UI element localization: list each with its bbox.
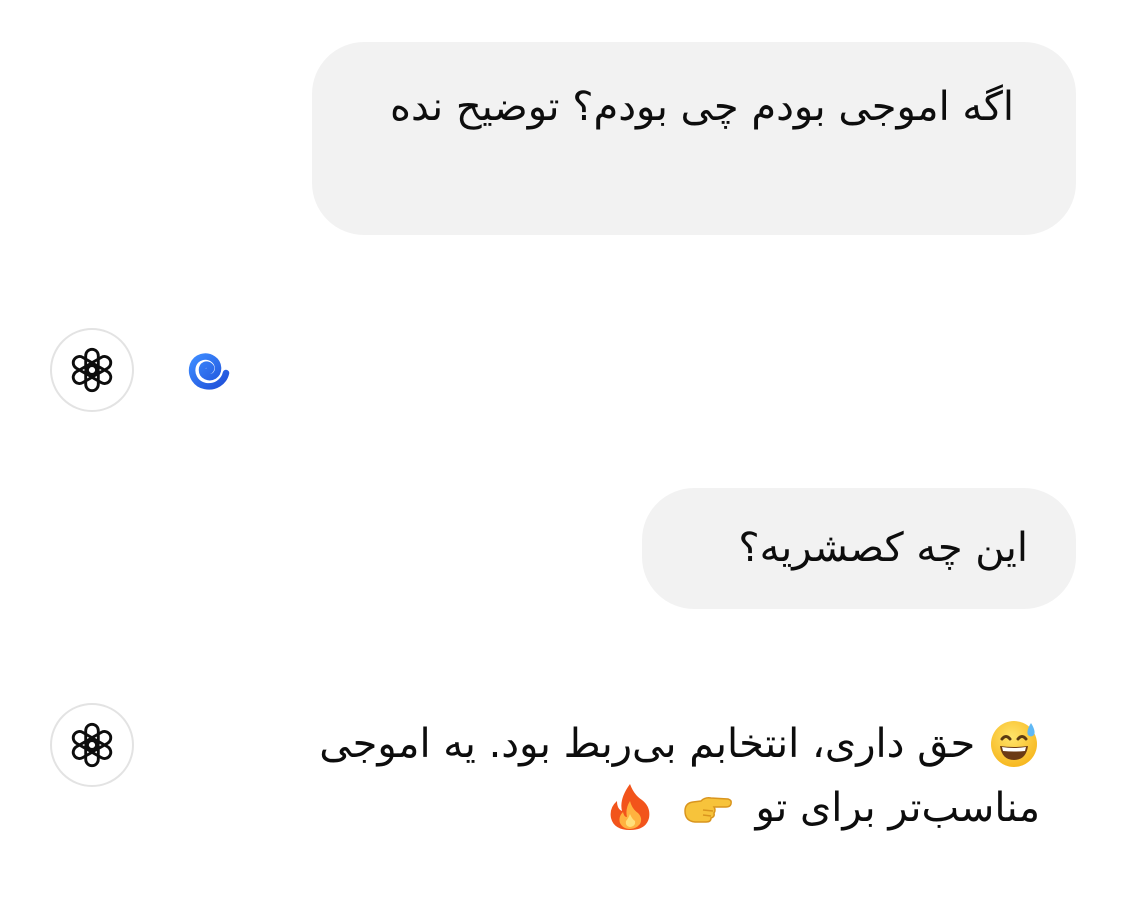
fire-emoji bbox=[604, 781, 656, 833]
assistant-line-1-text: حق داری، انتخابم بی‌ربط بود. یه اموجی bbox=[319, 721, 976, 767]
assistant-line-1: حق داری، انتخابم بی‌ربط بود. یه اموجی bbox=[190, 712, 1040, 776]
assistant-line-2: مناسب‌تر برای تو bbox=[190, 776, 1040, 840]
openai-logo-icon bbox=[71, 347, 113, 393]
spiral-emoji bbox=[180, 342, 236, 398]
user-message-text: این چه کصشریه؟ bbox=[738, 525, 1028, 571]
assistant-avatar bbox=[50, 703, 134, 787]
grinning-sweat-emoji bbox=[988, 717, 1040, 769]
backhand-index-pointing-right-emoji bbox=[681, 781, 733, 833]
openai-logo-icon bbox=[71, 722, 113, 768]
assistant-avatar bbox=[50, 328, 134, 412]
user-message-text: اگه اموجی بودم چی بودم؟ توضیح نده bbox=[390, 84, 1014, 130]
user-message-bubble: این چه کصشریه؟ bbox=[642, 488, 1076, 609]
user-message-bubble: اگه اموجی بودم چی بودم؟ توضیح نده bbox=[312, 42, 1076, 235]
assistant-message-text: حق داری، انتخابم بی‌ربط بود. یه اموجی من… bbox=[190, 712, 1040, 840]
assistant-line-2-text: مناسب‌تر برای تو bbox=[755, 785, 1040, 831]
